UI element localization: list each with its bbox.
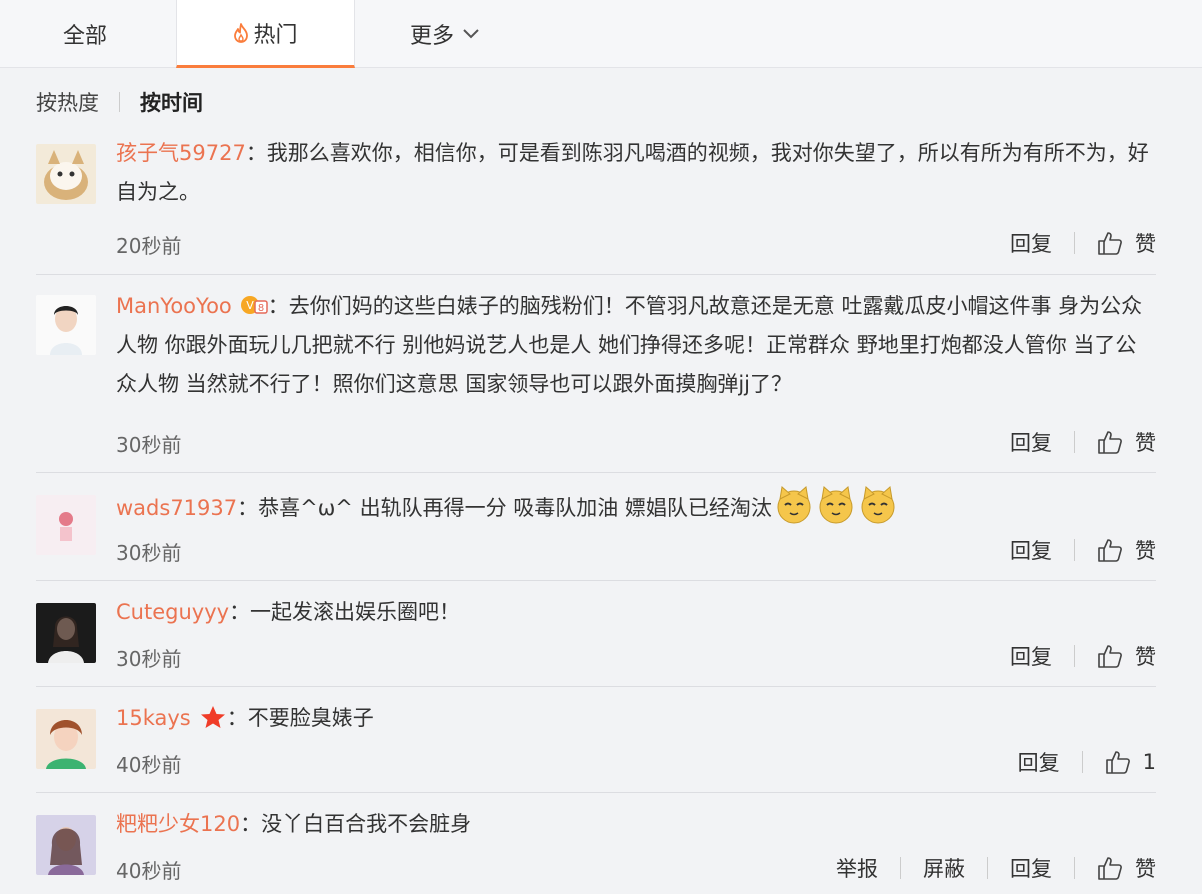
reply-button[interactable]: 回复 [1010, 535, 1052, 565]
sort-by-heat[interactable]: 按热度 [36, 87, 99, 117]
flame-icon [234, 22, 249, 43]
svg-text:V: V [246, 299, 254, 312]
like-count: 1 [1142, 750, 1156, 774]
comment-item: ManYooYoo V 8 ：去你们妈的这些白婊子的脑残粉们！不管羽凡故意还是无意 吐… [36, 274, 1156, 472]
cat-emoji-icon [777, 486, 811, 524]
timestamp: 40秒前 [116, 753, 182, 777]
thumbs-up-icon [1098, 232, 1122, 255]
comment-actions: 举报 屏蔽 回复 赞 [836, 853, 1156, 883]
tab-more[interactable]: 更多 [390, 0, 500, 68]
comment-actions: 回复 赞 [1010, 535, 1156, 565]
comment-actions: 回复 赞 [1010, 228, 1156, 258]
like-label: 赞 [1135, 539, 1156, 563]
avatar[interactable] [36, 603, 96, 663]
timestamp: 30秒前 [116, 433, 182, 457]
comment-body: ：去你们妈的这些白婊子的脑残粉们！不管羽凡故意还是无意 吐露戴瓜皮小帽这件事 身… [116, 294, 1143, 396]
cat-emoji-icon [819, 486, 853, 524]
comment-text: Cuteguyyy：一起发滚出娱乐圈吧！ [116, 593, 1156, 632]
divider [1074, 232, 1075, 254]
tab-all-label: 全部 [62, 24, 107, 49]
thumbs-up-icon [1098, 857, 1122, 880]
block-button[interactable]: 屏蔽 [923, 853, 965, 883]
username[interactable]: 粑粑少女120 [116, 812, 240, 836]
timestamp: 30秒前 [116, 647, 182, 671]
comment-body: ：恭喜^ω^ 出轨队再得一分 吸毒队加油 嫖娼队已经淘汰 [237, 496, 772, 520]
thumbs-up-icon [1098, 431, 1122, 454]
divider [1074, 431, 1075, 453]
sort-bar: 按热度 按时间 [36, 84, 203, 120]
divider [987, 857, 988, 879]
divider [1074, 857, 1075, 879]
comment-actions: 回复 赞 [1010, 641, 1156, 671]
like-button[interactable]: 1 [1105, 749, 1156, 775]
comment-actions: 回复 1 [1018, 747, 1156, 777]
comment-actions: 回复 赞 [1010, 427, 1156, 457]
thumbs-up-icon [1098, 539, 1122, 562]
like-button[interactable]: 赞 [1097, 641, 1156, 671]
avatar[interactable] [36, 495, 96, 555]
like-button[interactable]: 赞 [1097, 853, 1156, 883]
like-label: 赞 [1135, 645, 1156, 669]
reply-button[interactable]: 回复 [1010, 228, 1052, 258]
timestamp: 20秒前 [116, 234, 182, 258]
comment-item: Cuteguyyy：一起发滚出娱乐圈吧！ 30秒前 回复 赞 [36, 580, 1156, 686]
comment-text: 粑粑少女120：没丫白百合我不会脏身 [116, 805, 1156, 844]
comment-body: ：我那么喜欢你，相信你，可是看到陈羽凡喝酒的视频，我对你失望了，所以有所为有所不… [116, 141, 1149, 204]
timestamp: 40秒前 [116, 859, 182, 883]
reply-button[interactable]: 回复 [1010, 427, 1052, 457]
like-button[interactable]: 赞 [1097, 427, 1156, 457]
thumbs-up-icon [1105, 751, 1130, 774]
like-label: 赞 [1135, 431, 1156, 455]
avatar[interactable] [36, 295, 96, 355]
star-badge-icon [200, 706, 225, 728]
tab-hot[interactable]: 热门 [176, 0, 355, 68]
reply-button[interactable]: 回复 [1010, 853, 1052, 883]
chevron-down-icon [463, 29, 479, 39]
divider [900, 857, 901, 879]
comment-body: ：没丫白百合我不会脏身 [240, 812, 472, 836]
divider [1074, 539, 1075, 561]
svg-text:8: 8 [258, 303, 264, 314]
comment-item: 粑粑少女120：没丫白百合我不会脏身 40秒前 举报 屏蔽 回复 赞 [36, 792, 1156, 894]
divider [1074, 645, 1075, 667]
like-button[interactable]: 赞 [1097, 228, 1156, 258]
like-button[interactable]: 赞 [1097, 535, 1156, 565]
comment-body: ：不要脸臭婊子 [226, 706, 374, 730]
tab-bar: 全部 热门 更多 [0, 0, 1202, 68]
username[interactable]: wads71937 [116, 496, 237, 520]
username[interactable]: ManYooYoo [116, 294, 232, 318]
cat-emoji-icon [861, 486, 895, 524]
tab-more-label: 更多 [409, 24, 454, 49]
username[interactable]: 孩子气59727 [116, 141, 246, 165]
like-label: 赞 [1135, 232, 1156, 256]
comment-item: 孩子气59727：我那么喜欢你，相信你，可是看到陈羽凡喝酒的视频，我对你失望了，… [36, 128, 1156, 274]
thumbs-up-icon [1098, 645, 1122, 668]
comment-body: ：一起发滚出娱乐圈吧！ [229, 600, 461, 624]
report-button[interactable]: 举报 [836, 853, 878, 883]
timestamp: 30秒前 [116, 541, 182, 565]
sort-by-time[interactable]: 按时间 [140, 87, 203, 117]
comment-text: wads71937：恭喜^ω^ 出轨队再得一分 吸毒队加油 嫖娼队已经淘汰 [116, 485, 1156, 528]
avatar[interactable] [36, 144, 96, 204]
comment-item: wads71937：恭喜^ω^ 出轨队再得一分 吸毒队加油 嫖娼队已经淘汰 30… [36, 472, 1156, 580]
tab-hot-label: 热门 [253, 22, 298, 48]
reply-button[interactable]: 回复 [1018, 747, 1060, 777]
username[interactable]: Cuteguyyy [116, 600, 229, 624]
vip-badge-icon: V8 [240, 296, 268, 314]
avatar[interactable] [36, 815, 96, 875]
comment-item: 15kays ：不要脸臭婊子 40秒前 回复 1 [36, 686, 1156, 792]
divider [119, 92, 120, 112]
tab-all[interactable]: 全部 [30, 0, 140, 68]
like-label: 赞 [1135, 857, 1156, 881]
avatar[interactable] [36, 709, 96, 769]
username[interactable]: 15kays [116, 706, 191, 730]
comment-text: 15kays ：不要脸臭婊子 [116, 699, 1156, 738]
reply-button[interactable]: 回复 [1010, 641, 1052, 671]
comment-text: ManYooYoo V 8 ：去你们妈的这些白婊子的脑残粉们！不管羽凡故意还是无意 吐… [116, 287, 1156, 404]
comment-text: 孩子气59727：我那么喜欢你，相信你，可是看到陈羽凡喝酒的视频，我对你失望了，… [116, 134, 1156, 212]
divider [1081, 751, 1083, 773]
